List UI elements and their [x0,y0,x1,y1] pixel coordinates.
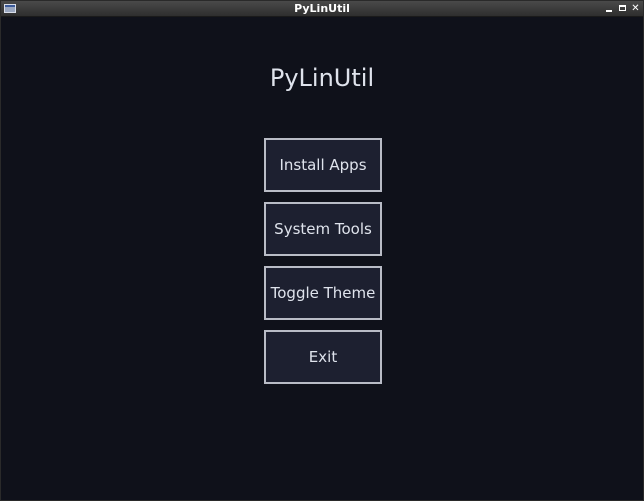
system-tools-button[interactable]: System Tools [264,202,382,256]
maximize-icon [619,5,626,11]
minimize-icon [606,10,612,12]
minimize-button[interactable] [604,3,615,14]
toggle-theme-button[interactable]: Toggle Theme [264,266,382,320]
exit-button[interactable]: Exit [264,330,382,384]
close-button[interactable]: ✕ [630,3,641,14]
title-bar[interactable]: PyLinUtil ✕ [1,1,643,17]
app-window: PyLinUtil ✕ PyLinUtil Install Apps Syste… [0,0,644,501]
main-content: PyLinUtil Install Apps System Tools Togg… [1,17,643,500]
install-apps-button[interactable]: Install Apps [264,138,382,192]
page-title: PyLinUtil [269,64,375,92]
window-title: PyLinUtil [294,2,350,15]
maximize-button[interactable] [617,3,628,14]
close-icon: ✕ [631,3,640,14]
